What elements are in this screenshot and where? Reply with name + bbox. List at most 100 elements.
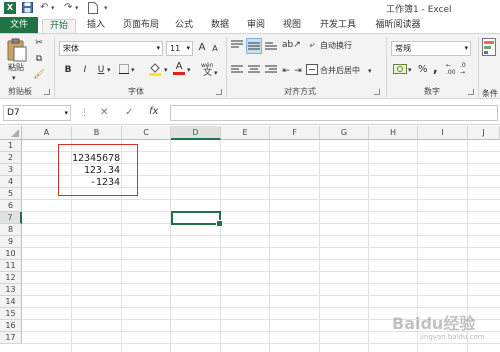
- paste-icon[interactable]: [6, 38, 28, 62]
- tab-foxit-reader[interactable]: 福昕阅读器: [366, 19, 430, 34]
- fill-color-dropdown-icon[interactable]: ▾: [164, 64, 168, 76]
- border-icon[interactable]: [118, 64, 130, 78]
- percent-icon[interactable]: %: [418, 64, 428, 76]
- select-all-corner[interactable]: [0, 126, 22, 140]
- row-header-14[interactable]: 14: [0, 296, 22, 308]
- accounting-format-icon[interactable]: [393, 64, 407, 78]
- tab-data[interactable]: 数据: [204, 19, 236, 34]
- font-launcher-icon[interactable]: [216, 89, 222, 95]
- paste-dropdown-icon[interactable]: ▾: [12, 72, 16, 84]
- redo-icon[interactable]: ↷: [64, 2, 72, 14]
- row-header-17[interactable]: 17: [0, 332, 22, 344]
- align-top-icon[interactable]: [231, 40, 243, 54]
- orientation-icon[interactable]: ab↗: [282, 39, 301, 51]
- grow-font-icon[interactable]: A: [197, 42, 207, 54]
- number-launcher-icon[interactable]: [468, 89, 474, 95]
- enter-icon[interactable]: ✓: [125, 107, 133, 118]
- underline-icon[interactable]: U: [96, 64, 106, 76]
- copy-icon[interactable]: ⧉: [33, 53, 45, 65]
- formula-input[interactable]: [170, 105, 498, 121]
- column-header-b[interactable]: B: [72, 126, 122, 140]
- phonetic-dropdown-icon[interactable]: ▾: [214, 67, 218, 79]
- alignment-launcher-icon[interactable]: [374, 89, 380, 95]
- column-header-d[interactable]: D: [171, 126, 221, 140]
- font-name-box[interactable]: 宋体 ▾: [59, 41, 163, 56]
- decrease-indent-icon[interactable]: ⇤: [281, 65, 291, 77]
- format-painter-icon[interactable]: 🖌: [33, 69, 45, 81]
- column-header-c[interactable]: C: [122, 126, 171, 140]
- row-header-10[interactable]: 10: [0, 248, 22, 260]
- merge-dropdown-icon[interactable]: ▾: [368, 65, 372, 77]
- row-header-3[interactable]: 3: [0, 164, 22, 176]
- align-right-icon[interactable]: [265, 65, 277, 79]
- increase-indent-icon[interactable]: ⇥: [293, 65, 303, 77]
- customize-qat-icon[interactable]: ▾: [104, 2, 108, 14]
- font-size-dropdown-icon[interactable]: ▾: [186, 42, 190, 55]
- row-header-8[interactable]: 8: [0, 224, 22, 236]
- font-size-box[interactable]: 11 ▾: [166, 41, 193, 56]
- accounting-dropdown-icon[interactable]: ▾: [408, 64, 412, 76]
- redo-dropdown-icon[interactable]: ▾: [75, 2, 79, 14]
- bold-icon[interactable]: B: [63, 64, 73, 76]
- font-name-dropdown-icon[interactable]: ▾: [156, 42, 160, 55]
- row-header-2[interactable]: 2: [0, 152, 22, 164]
- tab-home[interactable]: 开始: [42, 19, 76, 34]
- row-header-5[interactable]: 5: [0, 188, 22, 200]
- column-header-a[interactable]: A: [22, 126, 72, 140]
- conditional-formatting-label[interactable]: 条件: [482, 88, 498, 100]
- tab-view[interactable]: 视图: [276, 19, 308, 34]
- comma-icon[interactable]: ,: [433, 62, 438, 74]
- row-header-7[interactable]: 7: [0, 212, 22, 224]
- increase-decimal-icon[interactable]: ← .00: [446, 62, 456, 76]
- column-header-e[interactable]: E: [221, 126, 270, 140]
- tab-insert[interactable]: 插入: [80, 19, 112, 34]
- cut-icon[interactable]: ✂: [33, 37, 45, 49]
- align-left-icon[interactable]: [231, 65, 243, 79]
- italic-icon[interactable]: I: [80, 64, 90, 76]
- row-header-13[interactable]: 13: [0, 284, 22, 296]
- tab-formulas[interactable]: 公式: [170, 19, 198, 34]
- align-center-icon[interactable]: [248, 65, 260, 79]
- number-format-box[interactable]: 常规 ▾: [391, 41, 471, 56]
- decrease-decimal-icon[interactable]: .0 →: [460, 62, 466, 76]
- row-header-6[interactable]: 6: [0, 200, 22, 212]
- shrink-font-icon[interactable]: A: [210, 43, 220, 55]
- column-header-j[interactable]: J: [468, 126, 500, 140]
- align-middle-icon[interactable]: [246, 38, 262, 54]
- row-header-16[interactable]: 16: [0, 320, 22, 332]
- merge-center-icon[interactable]: [306, 64, 318, 79]
- new-file-icon[interactable]: [88, 2, 98, 14]
- fill-color-icon[interactable]: [148, 62, 162, 80]
- column-header-f[interactable]: F: [270, 126, 320, 140]
- phonetic-icon[interactable]: 文: [203, 67, 212, 79]
- tab-file[interactable]: 文件: [0, 17, 38, 34]
- tab-page-layout[interactable]: 页面布局: [116, 19, 166, 34]
- save-icon[interactable]: [22, 2, 33, 14]
- row-header-15[interactable]: 15: [0, 308, 22, 320]
- merge-center-label[interactable]: 合并后居中: [320, 65, 360, 77]
- undo-dropdown-icon[interactable]: ▾: [51, 2, 55, 14]
- conditional-formatting-icon[interactable]: [482, 38, 496, 60]
- cancel-icon[interactable]: ✕: [100, 107, 108, 118]
- column-header-h[interactable]: H: [369, 126, 418, 140]
- row-header-12[interactable]: 12: [0, 272, 22, 284]
- underline-dropdown-icon[interactable]: ▾: [107, 64, 111, 76]
- number-format-dropdown-icon[interactable]: ▾: [464, 42, 468, 55]
- tab-developer[interactable]: 开发工具: [312, 19, 364, 34]
- align-bottom-icon[interactable]: [265, 40, 277, 54]
- column-header-i[interactable]: I: [418, 126, 468, 140]
- name-box-dropdown-icon[interactable]: ▾: [64, 106, 68, 120]
- name-box[interactable]: D7 ▾: [3, 105, 71, 121]
- wrap-text-icon[interactable]: ⤶: [306, 39, 318, 51]
- font-color-dropdown-icon[interactable]: ▾: [187, 64, 191, 76]
- row-header-9[interactable]: 9: [0, 236, 22, 248]
- wrap-text-label[interactable]: 自动换行: [320, 40, 352, 52]
- font-color-icon[interactable]: A: [173, 61, 185, 75]
- column-header-g[interactable]: G: [320, 126, 369, 140]
- border-dropdown-icon[interactable]: ▾: [131, 64, 135, 76]
- row-header-11[interactable]: 11: [0, 260, 22, 272]
- undo-icon[interactable]: ↶: [40, 2, 48, 14]
- row-header-4[interactable]: 4: [0, 176, 22, 188]
- clipboard-launcher-icon[interactable]: [44, 89, 50, 95]
- active-cell-d7[interactable]: [171, 211, 223, 227]
